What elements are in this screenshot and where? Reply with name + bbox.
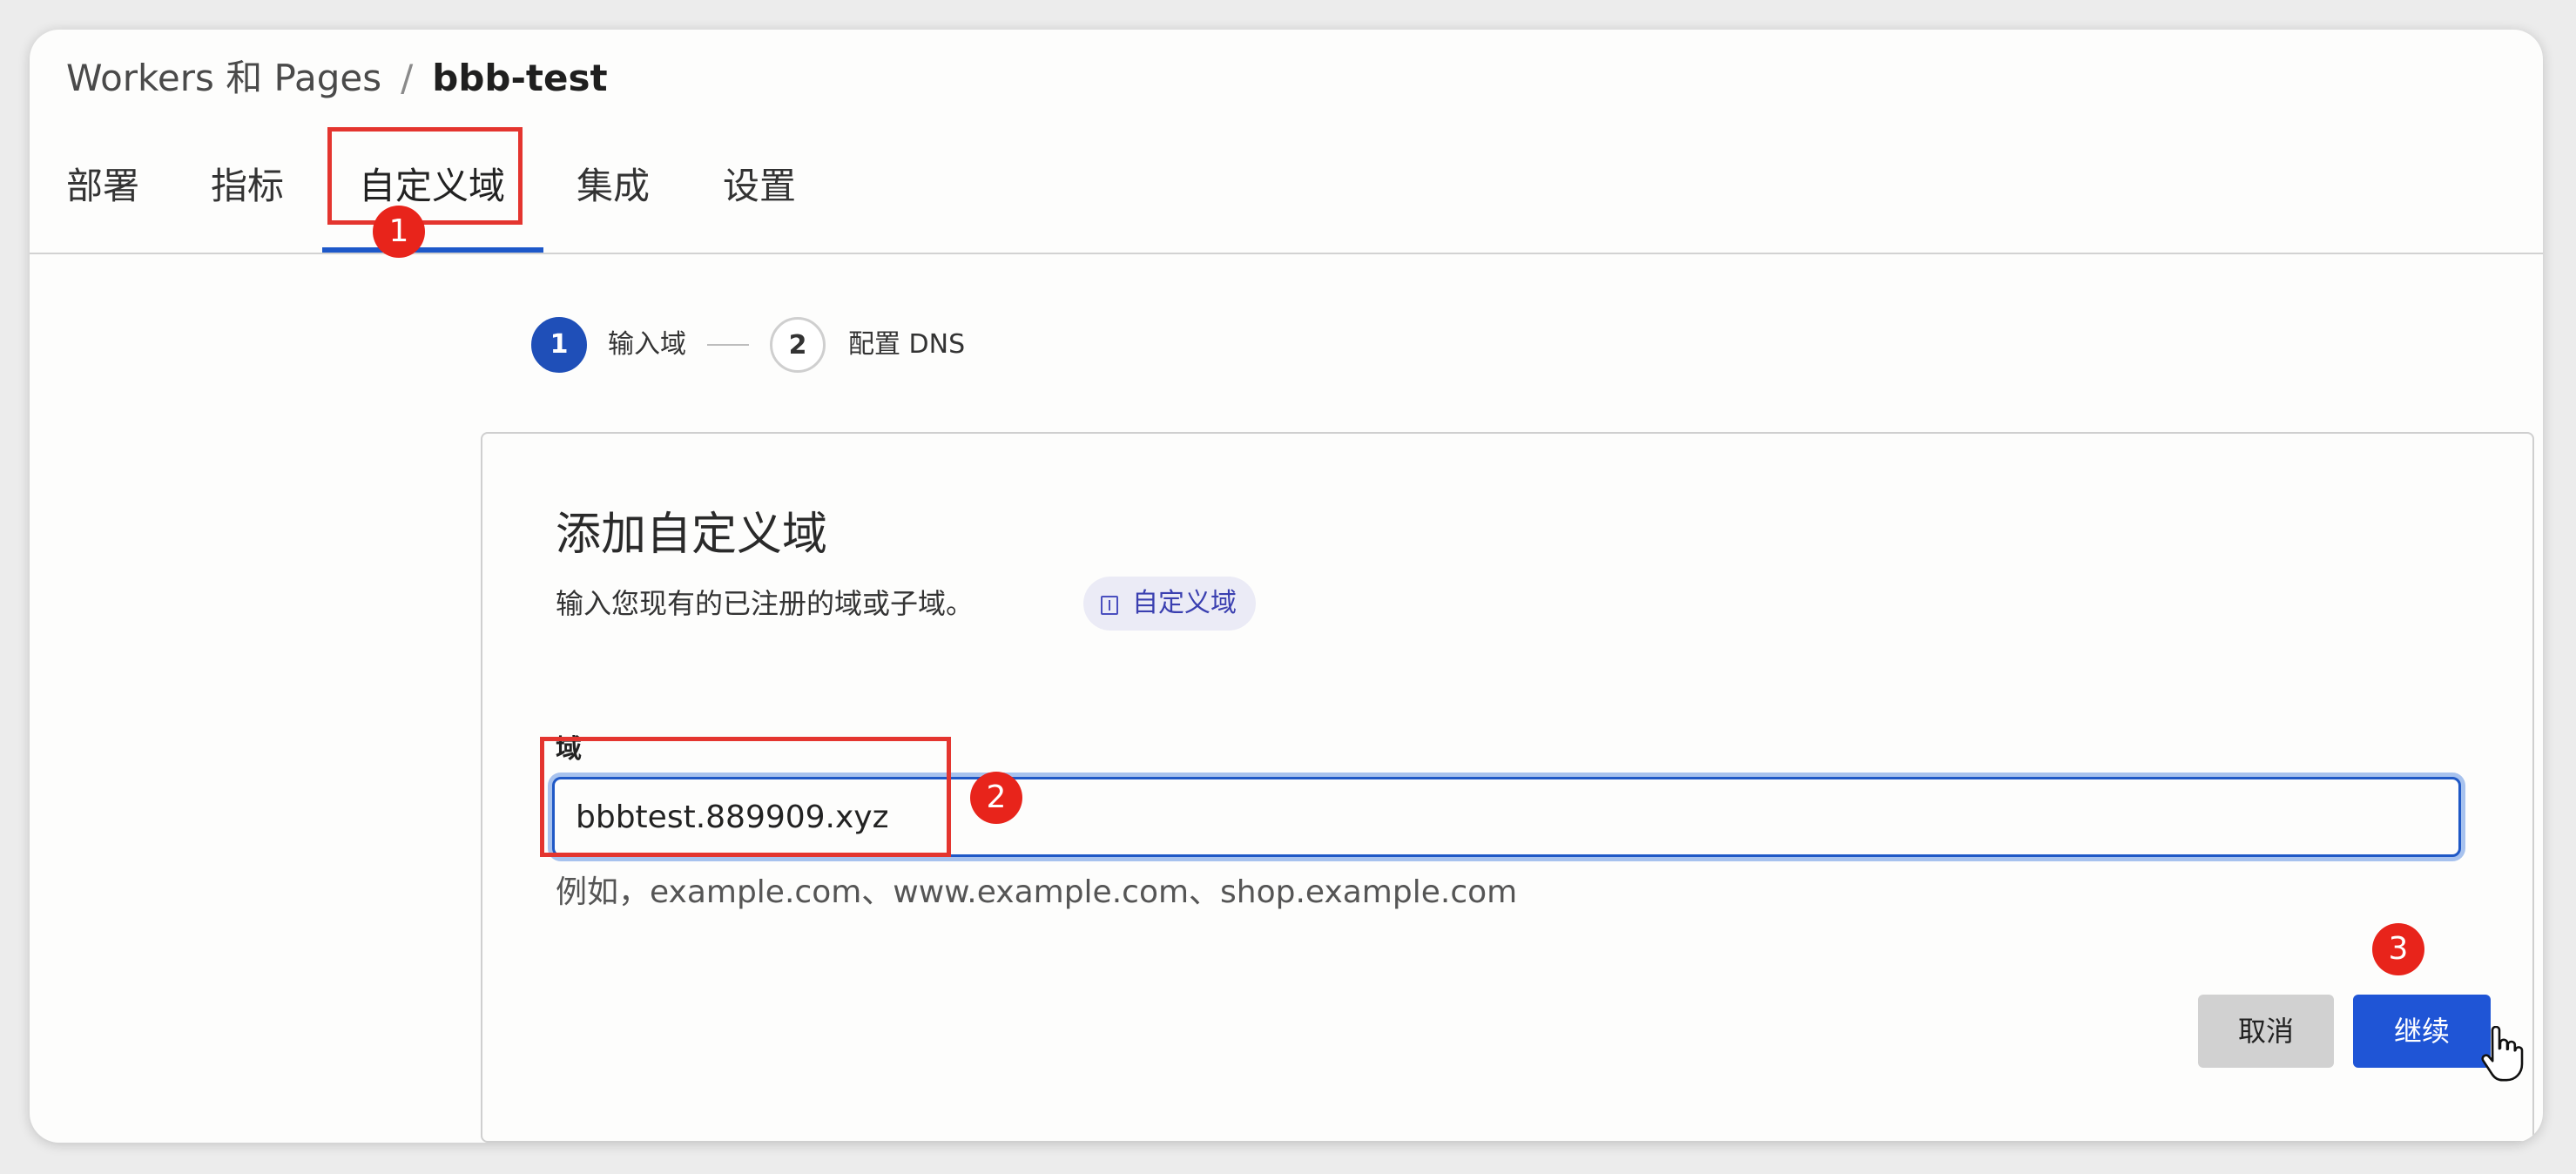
tab-deployments[interactable]: 部署 <box>66 160 139 213</box>
tab-settings[interactable]: 设置 <box>723 160 796 213</box>
cancel-button[interactable]: 取消 <box>2198 995 2334 1068</box>
breadcrumb-current: bbb-test <box>432 57 608 99</box>
step-2-label: 配置 DNS <box>848 329 966 360</box>
doc-link-label: 自定义域 <box>1132 588 1237 618</box>
domain-field-hint: 例如，example.com、www.example.com、shop.exam… <box>556 874 1518 910</box>
breadcrumb: Workers 和 Pages / bbb-test <box>66 45 608 111</box>
step-2-circle: 2 <box>770 317 826 373</box>
active-tab-indicator <box>322 247 543 253</box>
custom-domain-doc-link[interactable]: 自定义域 <box>1083 577 1256 631</box>
tab-integrations[interactable]: 集成 <box>577 160 650 213</box>
breadcrumb-separator: / <box>401 57 414 99</box>
annotation-number-1: 1 <box>373 206 425 258</box>
annotation-number-3: 3 <box>2372 923 2424 975</box>
hand-pointer-cursor <box>2481 1026 2524 1082</box>
card-title: 添加自定义域 <box>556 509 828 561</box>
tab-metrics[interactable]: 指标 <box>211 160 284 213</box>
doc-icon <box>1101 596 1118 615</box>
annotation-box-1 <box>327 127 523 225</box>
annotation-box-2 <box>540 737 951 857</box>
step-connector <box>707 344 749 346</box>
card-description: 输入您现有的已注册的域或子域。 <box>556 587 974 620</box>
annotation-number-2: 2 <box>970 772 1022 824</box>
step-1-label: 输入域 <box>608 329 686 360</box>
continue-button[interactable]: 继续 <box>2353 995 2491 1068</box>
step-1-circle: 1 <box>531 317 587 373</box>
app-window: Workers 和 Pages / bbb-test 部署 指标 自定义域 集成 设… <box>30 30 2543 1143</box>
breadcrumb-parent[interactable]: Workers 和 Pages <box>66 57 381 99</box>
